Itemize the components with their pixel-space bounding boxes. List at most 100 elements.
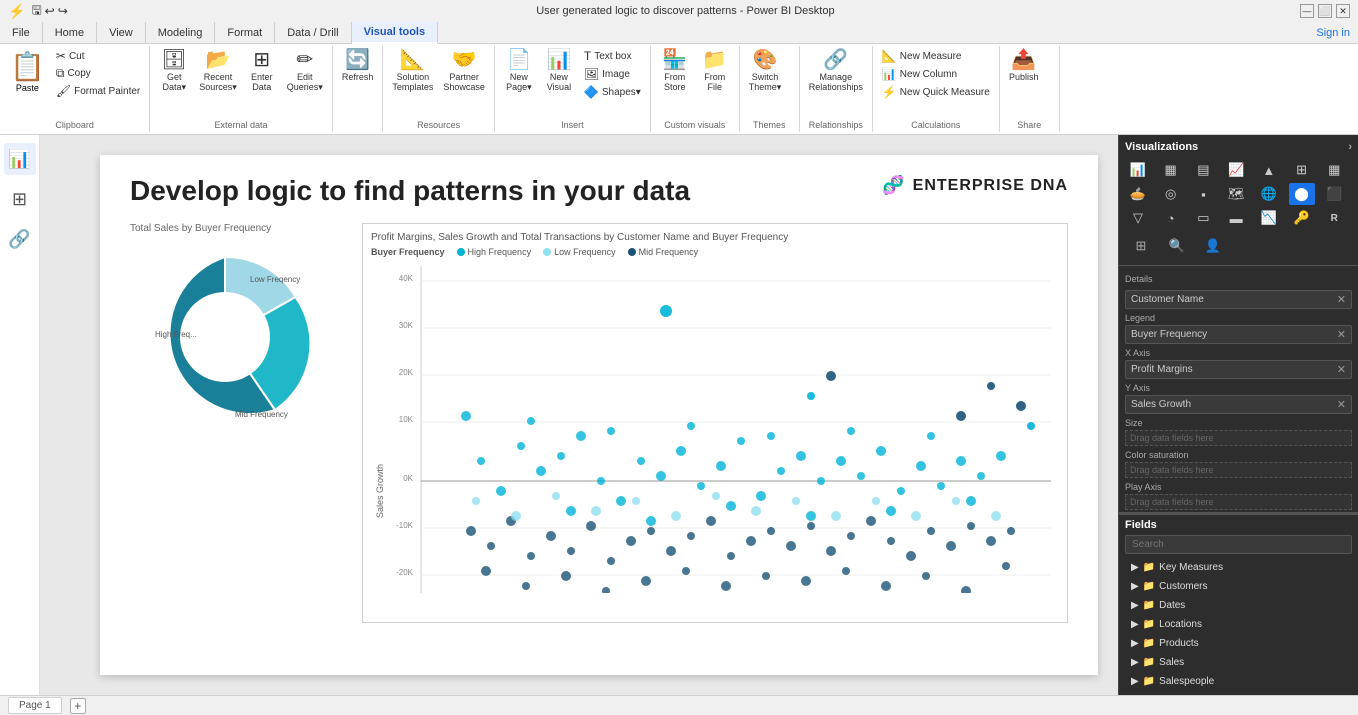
fields-panel: Fields ▶📁Key Measures ▶📁Customers ▶📁Date… [1119,513,1358,695]
tab-view[interactable]: View [97,22,146,43]
scatter-legend: Buyer Frequency High Frequency Low Frequ… [371,247,1059,257]
signin-link[interactable]: Sign in [1316,27,1350,39]
sales-group[interactable]: ▶📁Sales [1125,653,1352,672]
new-column-button[interactable]: 📊New Column [879,66,993,82]
play-axis-drop-zone[interactable]: Drag data fields here [1125,494,1352,510]
size-drop-zone[interactable]: Drag data fields here [1125,430,1352,446]
custom-visuals-label: Custom visuals [657,118,733,130]
viz-filled-map[interactable]: 🌐 [1256,183,1282,205]
products-group[interactable]: ▶📁Products [1125,634,1352,653]
viz-funnel[interactable]: ▽ [1125,207,1151,229]
viz-custom-r[interactable]: R [1321,207,1347,229]
tab-file[interactable]: File [0,22,43,43]
new-measure-button[interactable]: 📐New Measure [879,48,993,64]
ribbon-group-custom-visuals: 🏪FromStore 📁FromFile Custom visuals [651,46,740,132]
viz-pie[interactable]: 🥧 [1125,183,1151,205]
viz-area-chart[interactable]: ▲ [1256,159,1282,181]
quick-access-redo[interactable]: ↪ [58,4,68,18]
model-view-icon[interactable]: 🔗 [4,223,36,255]
format-painter-button[interactable]: 🖌Format Painter [53,83,143,99]
page-1-tab[interactable]: Page 1 [8,697,62,714]
quick-access-save[interactable]: 🖫 [31,1,41,22]
viz-gauge[interactable]: ◔ [1158,207,1184,229]
ribbon-tabs: File Home View Modeling Format Data / Dr… [0,22,1358,44]
get-data-button[interactable]: 🗄GetData▾ [156,48,192,95]
tab-modeling[interactable]: Modeling [146,22,216,43]
manage-relationships-button[interactable]: 🔗ManageRelationships [806,48,866,94]
tab-data-drill[interactable]: Data / Drill [275,22,351,43]
viz-matrix[interactable]: ▦ [1321,159,1347,181]
cut-button[interactable]: ✂Cut [53,48,143,64]
viz-kpi[interactable]: 📉 [1256,207,1282,229]
data-view-icon[interactable]: ⊞ [4,183,36,215]
salespeople-group[interactable]: ▶📁Salespeople [1125,672,1352,691]
key-measures-group[interactable]: ▶📁Key Measures [1125,558,1352,577]
copy-button[interactable]: ⧉Copy [53,65,143,82]
tab-format[interactable]: Format [215,22,275,43]
add-page-button[interactable]: + [70,698,86,714]
viz-bar-chart[interactable]: 📊 [1125,159,1151,181]
viz-scatter[interactable]: ⬤ [1289,183,1315,205]
color-drop-zone[interactable]: Drag data fields here [1125,462,1352,478]
new-quick-measure-button[interactable]: ⚡New Quick Measure [879,84,993,100]
viz-multi-row-card[interactable]: ▬ [1223,207,1249,229]
dates-group[interactable]: ▶📁Dates [1125,596,1352,615]
publish-button[interactable]: 📤Publish [1006,48,1042,84]
ribbon-group-resources: 📐SolutionTemplates 🤝PartnerShowcase Reso… [383,46,495,132]
sales-growth-field: Sales Growth ✕ [1125,395,1352,414]
from-store-button[interactable]: 🏪FromStore [657,48,693,94]
viz-treemap[interactable]: ▪ [1190,183,1216,205]
right-panels: Visualizations › 📊 ▦ ▤ 📈 ▲ ⊞ ▦ 🥧 ◎ ▪ 🗺 🌐… [1118,135,1358,695]
scatter-svg: 40K 30K 20K 10K 0K -10K [371,261,1059,593]
edit-queries-button[interactable]: ✏EditQueries▾ [284,48,326,95]
viz-clustered-bar[interactable]: ▤ [1190,159,1216,181]
viz-filter-icon[interactable]: 🔍 [1161,233,1193,259]
new-visual-button[interactable]: 📊NewVisual [541,48,577,94]
viz-slicer[interactable]: 🔑 [1289,207,1315,229]
viz-expand-icon[interactable]: › [1348,141,1352,153]
calculations-label: Calculations [879,118,993,130]
maximize-button[interactable]: ⬜ [1318,4,1332,18]
enter-data-button[interactable]: ⊞EnterData [244,48,280,94]
sales-growth-remove[interactable]: ✕ [1337,398,1346,411]
viz-stacked-bar[interactable]: ▦ [1158,159,1184,181]
clipboard-label: Clipboard [6,118,143,130]
locations-group[interactable]: ▶📁Locations [1125,615,1352,634]
refresh-button[interactable]: 🔄Refresh [339,48,377,84]
report-view-icon[interactable]: 📊 [4,143,36,175]
recent-sources-button[interactable]: 📂RecentSources▾ [196,48,240,95]
paste-button[interactable]: 📋 Paste [6,48,49,99]
buyer-frequency-remove[interactable]: ✕ [1337,328,1346,341]
text-box-button[interactable]: TText box [581,48,644,64]
close-button[interactable]: ✕ [1336,4,1350,18]
shapes-button[interactable]: 🔷Shapes▾ [581,84,644,100]
fields-groups: ▶📁Key Measures ▶📁Customers ▶📁Dates ▶📁Loc… [1125,558,1352,691]
svg-text:Mid Frequency: Mid Frequency [235,410,288,419]
tab-visual-tools[interactable]: Visual tools [352,22,439,44]
switch-theme-button[interactable]: 🎨SwitchTheme▾ [746,48,785,95]
viz-donut[interactable]: ◎ [1158,183,1184,205]
image-button[interactable]: 🖼Image [581,66,644,82]
viz-analytics-icon[interactable]: 👤 [1197,233,1229,259]
viz-card[interactable]: ▭ [1190,207,1216,229]
window-title: User generated logic to discover pattern… [71,5,1300,17]
legend-label: Legend [1125,313,1352,323]
minimize-button[interactable]: — [1300,4,1314,18]
viz-table[interactable]: ⊞ [1289,159,1315,181]
customers-group[interactable]: ▶📁Customers [1125,577,1352,596]
customer-name-remove[interactable]: ✕ [1337,293,1346,306]
from-file-button[interactable]: 📁FromFile [697,48,733,94]
viz-line-chart[interactable]: 📈 [1223,159,1249,181]
profit-margins-remove[interactable]: ✕ [1337,363,1346,376]
quick-access-undo[interactable]: ↩ [45,4,55,18]
solution-templates-button[interactable]: 📐SolutionTemplates [389,48,436,94]
tab-home[interactable]: Home [43,22,97,43]
viz-waterfall[interactable]: ⬛ [1321,183,1347,205]
viz-map[interactable]: 🗺 [1223,183,1249,205]
fields-title: Fields [1125,519,1352,531]
viz-fields-icon[interactable]: ⊞ [1125,233,1157,259]
new-page-button[interactable]: 📄NewPage▾ [501,48,537,95]
fields-search[interactable] [1125,535,1352,554]
color-saturation-label: Color saturation [1125,450,1352,460]
partner-showcase-button[interactable]: 🤝PartnerShowcase [440,48,488,94]
